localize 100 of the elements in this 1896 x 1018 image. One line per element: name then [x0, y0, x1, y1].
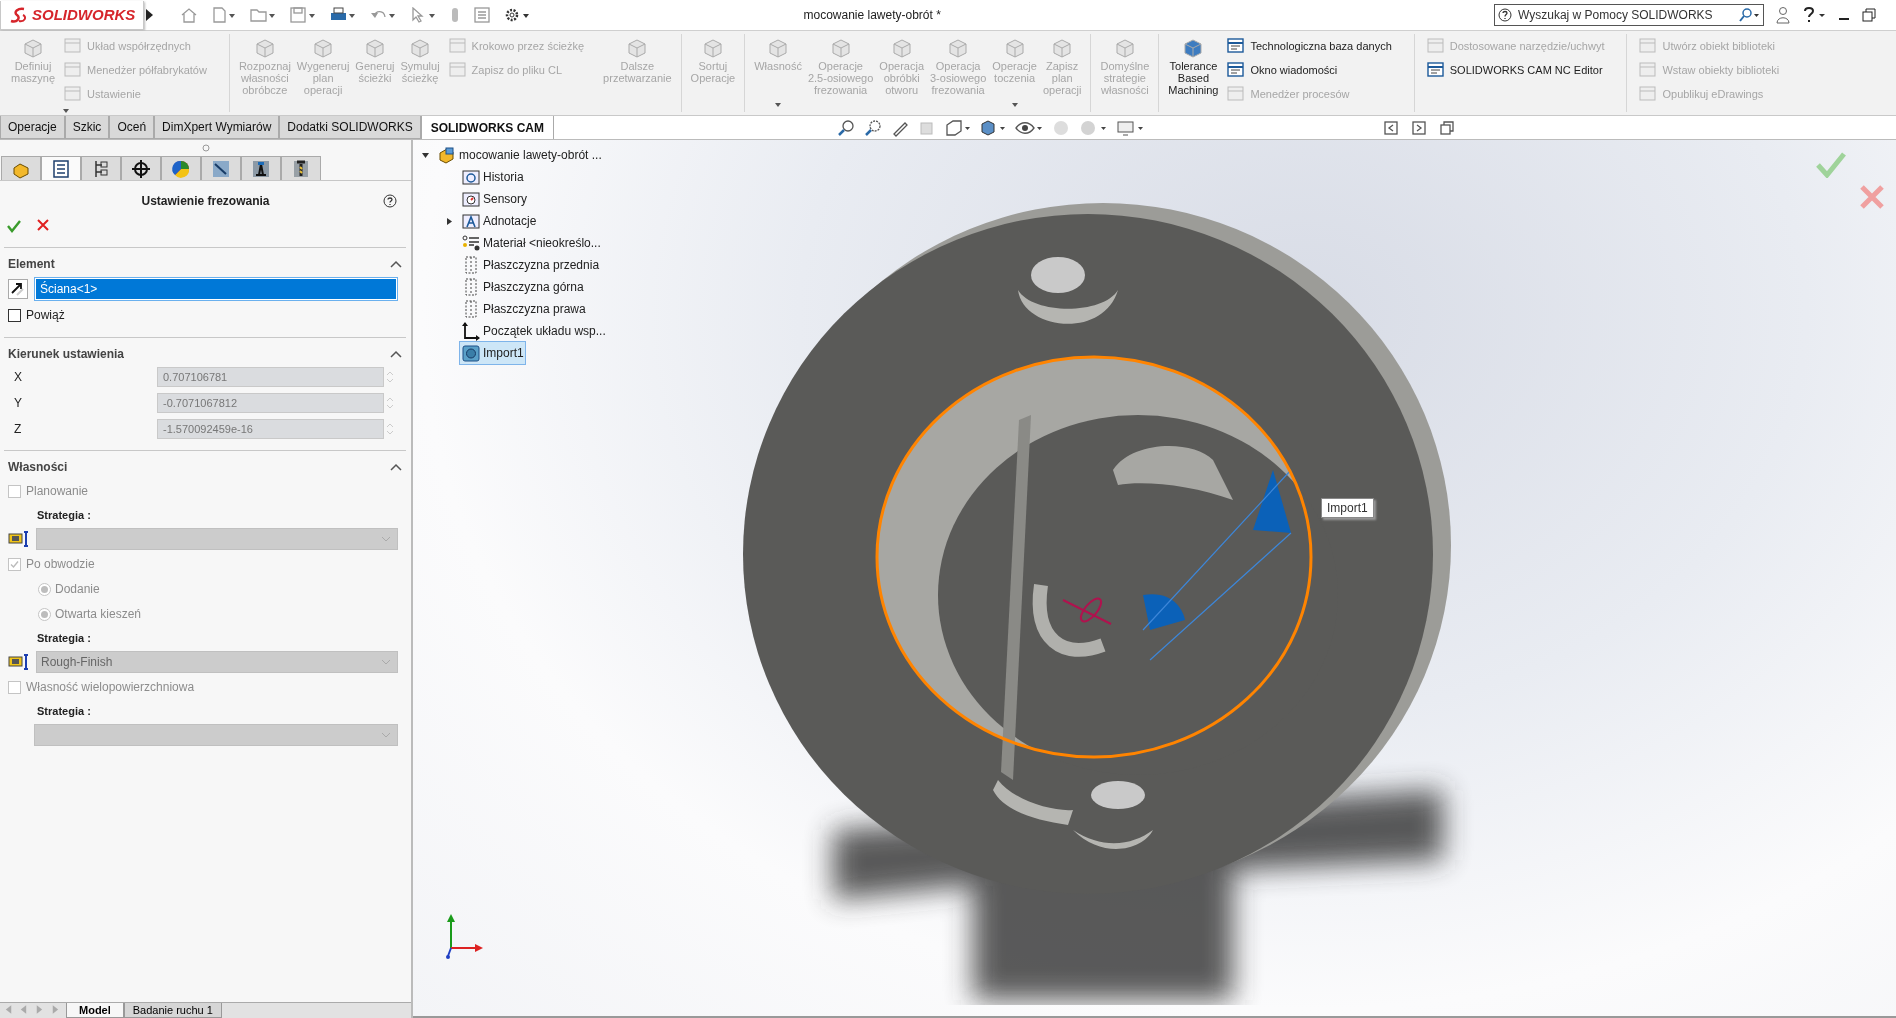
- tree-item[interactable]: Płaszczyzna prawa: [459, 297, 588, 321]
- window-icon: [1426, 36, 1445, 55]
- radio-button[interactable]: [38, 607, 51, 621]
- tree-item[interactable]: mocowanie lawety-obrót ...: [435, 143, 604, 167]
- command-tab[interactable]: Operacje: [0, 116, 65, 139]
- gauge-folder-icon: [461, 189, 481, 209]
- restore-icon[interactable]: [1862, 8, 1876, 22]
- tooltip: Import1: [1321, 498, 1374, 518]
- help-icon[interactable]: [383, 194, 397, 208]
- caret-icon: [381, 536, 391, 542]
- document-title: mocowanie lawety-obrót *: [802, 8, 942, 22]
- section-title: Element: [8, 257, 55, 271]
- window-icon: [64, 84, 83, 103]
- grip-icon[interactable]: [201, 144, 210, 152]
- panel-title: Ustawienie frezowania: [141, 194, 270, 208]
- selection-field[interactable]: Ściana<1>: [34, 277, 398, 301]
- crosshair-icon: [130, 157, 152, 180]
- checkbox-label: Powiąż: [26, 308, 65, 322]
- monitor-icon[interactable]: [1116, 118, 1144, 137]
- panel-tab[interactable]: [201, 156, 241, 180]
- panel-right-icon[interactable]: [1412, 120, 1426, 135]
- zoom-area-icon[interactable]: [864, 118, 882, 137]
- dropdown[interactable]: Rough-Finish: [36, 651, 398, 673]
- bottom-tab[interactable]: Model: [66, 1003, 124, 1018]
- window-icon: [64, 36, 83, 55]
- command-tab[interactable]: DimXpert Wymiarów: [154, 116, 280, 139]
- expand-arrow-icon[interactable]: [144, 8, 155, 22]
- bottom-tab[interactable]: Badanie ruchu 1: [123, 1003, 222, 1018]
- save-icon[interactable]: [290, 7, 317, 23]
- part-icon: [437, 145, 457, 165]
- display-style-icon[interactable]: [980, 118, 1006, 137]
- number-field[interactable]: -1.570092459e-16: [157, 419, 384, 439]
- window-icon: [64, 60, 83, 79]
- command-tab[interactable]: Oceń: [109, 116, 155, 139]
- open-folder-icon[interactable]: [250, 7, 277, 23]
- checkbox-label: Planowanie: [26, 484, 89, 498]
- ribbon-button[interactable]: Tolerance Based Machining: [1165, 34, 1222, 110]
- tree-item[interactable]: Płaszczyzna górna: [459, 275, 586, 299]
- command-tab[interactable]: Dodatki SOLIDWORKS: [279, 116, 421, 139]
- field-label: Strategia :: [36, 704, 92, 719]
- help-menu-icon[interactable]: [1802, 6, 1826, 24]
- command-tab[interactable]: Szkic: [64, 116, 110, 139]
- window-icon: [448, 60, 467, 79]
- view-orientation-icon[interactable]: [945, 118, 971, 137]
- panel-tab[interactable]: [121, 156, 161, 180]
- cancel-icon[interactable]: [37, 219, 49, 231]
- material-list-icon: [461, 233, 481, 253]
- search-icon: [1738, 8, 1760, 22]
- panel-left-icon[interactable]: [1384, 120, 1398, 135]
- window-icon: [1639, 36, 1658, 55]
- window-icon: [1227, 36, 1246, 55]
- tree-item[interactable]: Materiał <nieokreślo...: [459, 231, 603, 255]
- axis-label: Z: [14, 422, 23, 436]
- command-tab[interactable]: SOLIDWORKS CAM: [420, 116, 554, 139]
- chevron-icon[interactable]: [390, 260, 402, 268]
- user-icon[interactable]: [1776, 6, 1790, 24]
- chevron-icon[interactable]: [390, 463, 402, 471]
- tree-item[interactable]: Sensory: [459, 187, 530, 211]
- ribbon-button[interactable]: Technologiczna baza danych: [1225, 35, 1394, 56]
- panel-tab[interactable]: [241, 156, 281, 180]
- list-icon: [50, 157, 72, 180]
- window-icon: [1639, 60, 1658, 79]
- logo-mark-icon: [9, 5, 29, 24]
- home-icon[interactable]: [180, 7, 199, 23]
- ok-check-icon[interactable]: [7, 219, 21, 233]
- chevron-icon[interactable]: [390, 350, 402, 358]
- number-field[interactable]: 0.707106781: [157, 367, 384, 387]
- cursor-icon[interactable]: [410, 7, 437, 23]
- axes-icon: [461, 321, 481, 341]
- number-field[interactable]: -0.7071067812: [157, 393, 384, 413]
- radio-button[interactable]: [38, 582, 51, 596]
- ribbon-button[interactable]: SOLIDWORKS CAM NC Editor: [1424, 59, 1607, 80]
- confirm-check-icon[interactable]: [1816, 152, 1846, 178]
- history-folder-icon: [461, 167, 481, 187]
- caret-icon: [381, 659, 391, 665]
- expand-arrow-icon[interactable]: [444, 216, 454, 226]
- tree-item[interactable]: Adnotacje: [459, 209, 539, 233]
- axis-label: Y: [14, 396, 23, 410]
- axis-label: X: [14, 370, 23, 384]
- window-icon: [1227, 60, 1246, 79]
- section-title: Własności: [8, 460, 68, 474]
- tree-item[interactable]: Import1: [459, 341, 526, 365]
- viewport-restore-icon[interactable]: [1440, 120, 1454, 135]
- panel-tab[interactable]: [281, 156, 321, 180]
- ribbon-button[interactable]: Okno wiadomości: [1225, 59, 1394, 80]
- new-document-icon[interactable]: [212, 7, 237, 23]
- tree-item[interactable]: Płaszczyzna przednia: [459, 253, 602, 277]
- annotation-folder-icon: [461, 211, 481, 231]
- print-icon[interactable]: [330, 7, 357, 23]
- search-field[interactable]: Wyszukaj w Pomocy SOLIDWORKS: [1494, 4, 1764, 26]
- axis-triad-icon: [445, 912, 485, 960]
- settings-icon[interactable]: [504, 7, 531, 23]
- expand-arrow-icon[interactable]: [420, 150, 430, 160]
- tree-item[interactable]: Historia: [459, 165, 526, 189]
- field-label: Strategia :: [36, 631, 92, 646]
- tree-item[interactable]: Początek układu wsp...: [459, 319, 608, 343]
- checkbox-label: Po obwodzie: [26, 557, 95, 571]
- window-icon: [1639, 84, 1658, 103]
- checkbox[interactable]: [8, 308, 21, 322]
- zoom-fit-icon[interactable]: [837, 118, 855, 137]
